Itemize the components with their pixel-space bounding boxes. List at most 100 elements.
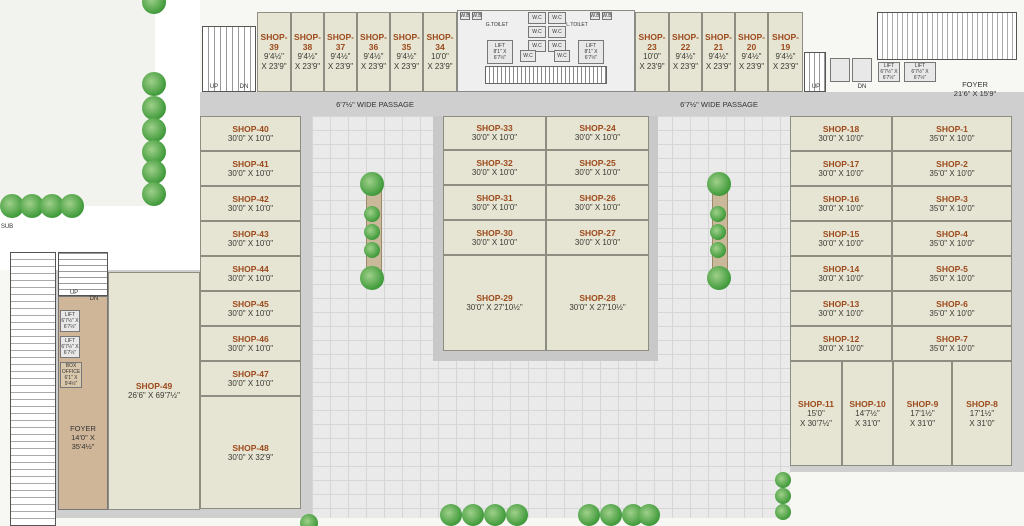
lift-center-left: LIFT 8'1" X 6'7½" xyxy=(487,40,513,64)
box-office-label: BOX OFFICE 6'1" X 9'4½" xyxy=(61,363,81,387)
shop-name: SHOP-49 xyxy=(135,381,173,391)
shop-name: SHOP-4 xyxy=(936,228,968,239)
tree xyxy=(775,504,791,520)
dn-right-label: DN xyxy=(857,84,867,90)
shop-dimensions: 30'0" X 27'10½" xyxy=(569,303,626,312)
shop-name: SHOP-35 xyxy=(393,32,420,52)
shop-dimensions: 35'0" X 10'0" xyxy=(929,133,975,143)
shop-dimensions: 10'0" X 23'9" xyxy=(639,52,665,71)
wc-label: W.C xyxy=(532,29,542,35)
shop-dimensions: 30'0" X 10'0" xyxy=(574,133,621,142)
shop-name: SHOP-9 xyxy=(906,398,939,409)
shop-20: SHOP-20 9'4½" X 23'9" xyxy=(735,12,768,92)
foyer-right-label: FOYER 21'6" X 15'9" xyxy=(953,80,997,98)
shop-dimensions: 30'0" X 10'0" xyxy=(471,133,518,142)
shop-name: SHOP-42 xyxy=(232,193,269,204)
shop-16: SHOP-16 30'0" X 10'0" xyxy=(790,186,892,221)
shop-1: SHOP-1 35'0" X 10'0" xyxy=(892,116,1012,151)
shop-name: SHOP-41 xyxy=(232,158,269,169)
shop-name: SHOP-45 xyxy=(232,298,269,309)
shop-dimensions: 35'0" X 10'0" xyxy=(929,343,975,353)
planter-tree xyxy=(707,172,731,196)
shop-dimensions: 9'4½" X 23'9" xyxy=(294,52,321,71)
shop-dimensions: 30'0" X 10'0" xyxy=(574,202,621,212)
shop-name: SHOP-12 xyxy=(822,333,860,344)
shop-name: SHOP-39 xyxy=(260,32,288,52)
lift-right-3 xyxy=(830,58,850,82)
shop-41: SHOP-41 30'0" X 10'0" xyxy=(200,151,301,186)
shop-dimensions: 9'4½" X 23'9" xyxy=(261,52,287,71)
shop-47: SHOP-47 30'0" X 10'0" xyxy=(200,361,301,396)
shop-dimensions: 30'0" X 10'0" xyxy=(818,168,864,178)
shop-dimensions: 35'0" X 10'0" xyxy=(929,273,975,283)
shop-12: SHOP-12 30'0" X 10'0" xyxy=(790,326,892,361)
shop-name: SHOP-37 xyxy=(327,32,354,52)
shop-35: SHOP-35 9'4½" X 23'9" xyxy=(390,12,423,92)
shop-3: SHOP-3 35'0" X 10'0" xyxy=(892,186,1012,221)
shop-19: SHOP-19 9'4½" X 23'9" xyxy=(768,12,803,92)
shop-dimensions: 30'0" X 10'0" xyxy=(227,378,274,388)
shop-name: SHOP-30 xyxy=(476,227,513,238)
shop-dimensions: 10'0" X 23'9" xyxy=(427,52,453,71)
dn-west-label: DN xyxy=(89,296,99,302)
shop-7: SHOP-7 35'0" X 10'0" xyxy=(892,326,1012,361)
wc-cubicle: W.C xyxy=(520,50,536,62)
shop-40: SHOP-40 30'0" X 10'0" xyxy=(200,116,301,151)
floor-plan: W.B W.B W.B W.B G.TOILET L.TOILET W.C W.… xyxy=(0,0,1024,526)
shop-name: SHOP-33 xyxy=(476,123,513,133)
foyer-left-label: FOYER 14'0" X 35'4½" xyxy=(70,424,96,451)
wc-label: W.C xyxy=(523,53,533,59)
tree xyxy=(142,96,166,120)
shop-name: SHOP-46 xyxy=(232,333,269,344)
shop-dimensions: 9'4½" X 23'9" xyxy=(705,52,732,71)
shop-dimensions: 30'0" X 10'0" xyxy=(574,167,621,177)
dn-left-label: DN xyxy=(239,84,249,90)
road-top-left xyxy=(0,0,155,206)
wc-label: W.C xyxy=(552,15,562,21)
shop-name: SHOP-29 xyxy=(476,293,513,303)
shop-11: SHOP-11 15'0" X 30'7½" xyxy=(790,361,842,466)
l-toilet-label: L.TOILET xyxy=(566,22,588,28)
shop-dimensions: 9'4½" X 23'9" xyxy=(393,52,420,71)
shop-8: SHOP-8 17'1½" X 31'0" xyxy=(952,361,1012,466)
shop-dimensions: 9'4½" X 23'9" xyxy=(738,52,765,71)
shop-name: SHOP-23 xyxy=(638,32,666,52)
staircase-right-wide xyxy=(877,12,1017,60)
planter-tree xyxy=(360,172,384,196)
shop-dimensions: 30'0" X 10'0" xyxy=(227,273,274,283)
shop-dimensions: 30'0" X 10'0" xyxy=(227,238,274,248)
wash-basin: W.B xyxy=(590,12,600,20)
tree xyxy=(462,504,484,526)
shop-name: SHOP-16 xyxy=(822,193,860,204)
tree xyxy=(600,504,622,526)
tree xyxy=(578,504,600,526)
shop-32: SHOP-32 30'0" X 10'0" xyxy=(443,150,546,185)
shop-dimensions: 26'6" X 69'7½" xyxy=(128,391,180,400)
tree xyxy=(142,72,166,96)
shop-dimensions: 30'0" X 10'0" xyxy=(471,167,518,177)
shop-dimensions: 30'0" X 10'0" xyxy=(227,343,274,353)
planter-tree xyxy=(360,266,384,290)
passage-left-label: 6'7½" WIDE PASSAGE xyxy=(336,100,414,109)
shop-26: SHOP-26 30'0" X 10'0" xyxy=(546,185,649,220)
shop-21: SHOP-21 9'4½" X 23'9" xyxy=(702,12,735,92)
lift-west-2: LIFT 6'7½" X 6'7½" xyxy=(60,336,80,358)
wc-label: W.C xyxy=(557,53,567,59)
up-right-label: UP xyxy=(811,84,821,90)
shop-2: SHOP-2 35'0" X 10'0" xyxy=(892,151,1012,186)
planter-tree xyxy=(364,206,380,222)
lift-right-4 xyxy=(852,58,872,82)
shop-name: SHOP-3 xyxy=(936,193,968,204)
lift-center-right: LIFT 8'1" X 6'7½" xyxy=(578,40,604,64)
shop-dimensions: 17'1½" X 31'0" xyxy=(969,408,995,428)
up-left-label: UP xyxy=(209,84,219,90)
shop-name: SHOP-44 xyxy=(232,263,269,274)
tree xyxy=(775,488,791,504)
planter-tree xyxy=(710,206,726,222)
shop-dimensions: 30'0" X 10'0" xyxy=(818,273,864,283)
passage-right-label: 6'7½" WIDE PASSAGE xyxy=(680,100,758,109)
shop-43: SHOP-43 30'0" X 10'0" xyxy=(200,221,301,256)
shop-name: SHOP-18 xyxy=(822,123,860,134)
shop-dimensions: 30'0" X 10'0" xyxy=(227,308,274,318)
lift-label: LIFT 6'7½" X 6'7½" xyxy=(880,63,898,81)
